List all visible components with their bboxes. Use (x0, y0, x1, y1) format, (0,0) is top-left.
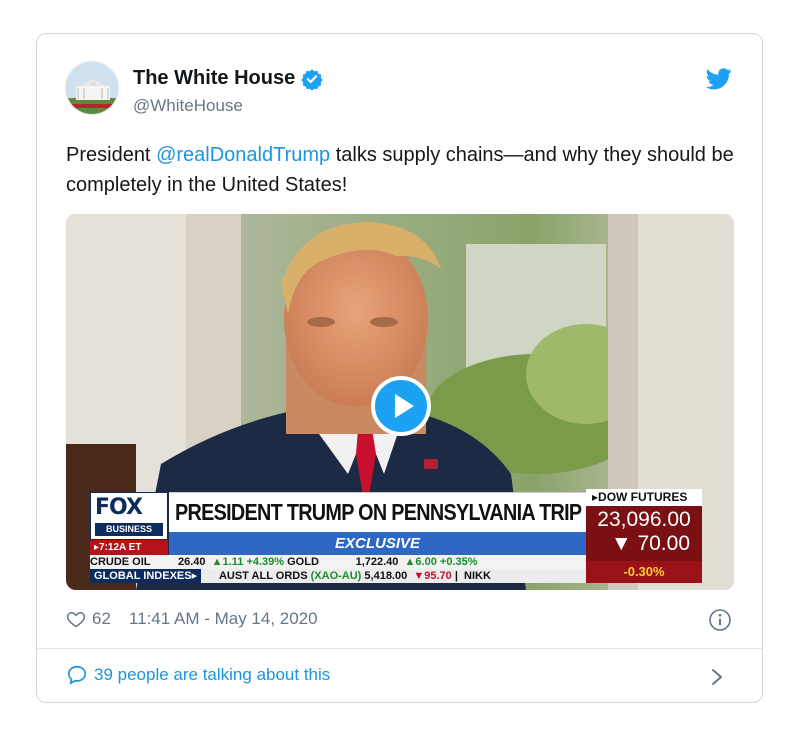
network-logo-sub: BUSINESS (95, 523, 163, 536)
tweet-text-before: President (66, 144, 157, 166)
index-code: (XAO-AU) (310, 570, 362, 582)
time-badge: ▸7:12A ET (90, 540, 168, 555)
handle[interactable]: @WhiteHouse (133, 96, 243, 116)
speech-bubble-icon (67, 665, 87, 685)
display-name[interactable]: The White House (133, 67, 295, 90)
tweet-text: President @realDonaldTrump talks supply … (66, 140, 736, 200)
heart-icon[interactable] (66, 609, 86, 629)
meta-row: 62 11:41 AM - May 14, 2020 (66, 607, 318, 631)
news-chyron: FOX BUSINESS ▸7:12A ET PRESIDENT TRUMP O… (90, 489, 702, 583)
video-player[interactable]: FOX BUSINESS ▸7:12A ET PRESIDENT TRUMP O… (66, 214, 734, 590)
crude-label: CRUDE OIL (90, 556, 151, 568)
crude-value: 26.40 (178, 556, 206, 568)
index-name: AUST ALL ORDS (218, 570, 308, 582)
dow-futures-change: ▼ 70.00 (610, 532, 690, 555)
dow-futures-pct: -0.30% (586, 561, 702, 583)
ticker-line-1: CRUDE OIL 26.40 ▲1.11 +4.39% GOLD 1,722.… (90, 555, 586, 569)
exclusive-bar: EXCLUSIVE (169, 532, 586, 555)
chevron-right-icon[interactable] (710, 667, 724, 687)
network-logo: FOX BUSINESS (90, 492, 168, 540)
gold-value: 1,722.40 (355, 556, 399, 568)
tweet-card[interactable]: The White House @WhiteHouse President @r… (36, 33, 763, 703)
conversation-label[interactable]: 39 people are talking about this (94, 665, 330, 685)
info-icon[interactable] (708, 608, 732, 632)
dow-futures-box: ▸DOW FUTURES 23,096.00 ▼ 70.00 -0.30% (586, 489, 702, 583)
index-value: 5,418.00 (364, 570, 408, 582)
dow-futures-head: ▸DOW FUTURES (586, 489, 702, 506)
divider (37, 648, 762, 649)
ticker-line-2: GLOBAL INDEXES▸ AUST ALL ORDS (XAO-AU) 5… (90, 569, 586, 583)
gold-change: ▲6.00 (404, 556, 437, 568)
timestamp[interactable]: 11:41 AM - May 14, 2020 (129, 609, 318, 629)
verified-badge-icon (301, 68, 323, 90)
author-name-row[interactable]: The White House (133, 67, 323, 90)
gold-pct: +0.35% (439, 556, 478, 568)
dow-futures-value: 23,096.00 (597, 508, 691, 531)
gold-label: GOLD (287, 556, 319, 568)
global-indexes-label: GLOBAL INDEXES▸ (90, 569, 202, 583)
avatar[interactable] (65, 61, 119, 115)
crude-pct: +4.39% (246, 556, 285, 568)
headline: PRESIDENT TRUMP ON PENNSYLVANIA TRIP (175, 499, 582, 525)
mention-link[interactable]: @realDonaldTrump (156, 144, 330, 166)
twitter-bird-icon[interactable] (706, 68, 732, 90)
headline-box: PRESIDENT TRUMP ON PENNSYLVANIA TRIP (169, 492, 586, 532)
play-icon[interactable] (371, 376, 431, 436)
index-change: ▼95.70 (413, 570, 452, 582)
exclusive-label: EXCLUSIVE (334, 535, 421, 552)
like-count[interactable]: 62 (92, 609, 111, 629)
network-logo-text: FOX (95, 495, 143, 520)
conversation-link[interactable]: 39 people are talking about this (66, 664, 330, 686)
crude-change: ▲1.11 (211, 556, 244, 568)
next-index: NIKK (464, 570, 491, 582)
